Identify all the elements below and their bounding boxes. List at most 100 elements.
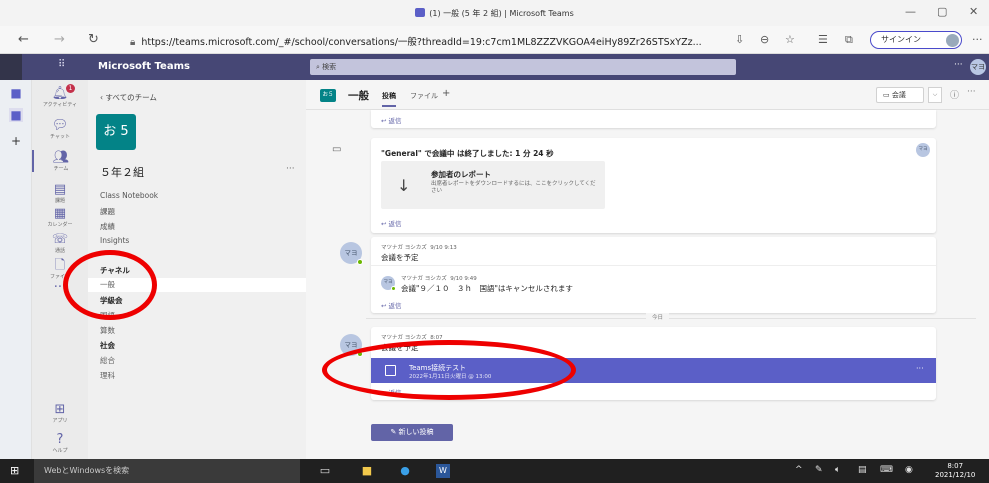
camera-icon[interactable]: ◉ (905, 465, 913, 475)
new-post-label: 新しい投稿 (398, 428, 434, 436)
tab-posts[interactable]: 投稿 (382, 91, 396, 107)
channel-avatar: お５ (320, 89, 336, 102)
tray-chevron-icon[interactable]: ^ (795, 465, 803, 475)
word-icon[interactable]: W (436, 464, 450, 478)
notification-icon[interactable]: ▤ (858, 465, 867, 475)
reply-link[interactable]: ↩ 返信 (381, 115, 402, 125)
rail-label: ヘルプ (52, 448, 68, 454)
browser-toolbar: ← → ↻ 🔒︎ https://teams.microsoft.com/_#/s… (0, 26, 989, 54)
help-icon: ? (56, 432, 64, 447)
meet-dropdown[interactable]: ⌵ (928, 87, 942, 103)
browser-menu-icon[interactable]: ··· (972, 33, 983, 46)
rail-label: 通話 (54, 248, 65, 254)
class-notebook-link[interactable]: Class Notebook (100, 191, 158, 200)
new-post-button[interactable]: ✎ 新しい投稿 (371, 424, 453, 441)
rail-teams[interactable]: 👥︎ チーム (32, 150, 88, 172)
close-button[interactable]: ✕ (969, 5, 978, 18)
info-icon[interactable]: ⓘ (950, 88, 959, 101)
meeting-icon: ▭ (332, 144, 342, 155)
reply-label: 返信 (388, 220, 402, 228)
waffle-icon[interactable]: ⠿ (58, 59, 65, 70)
rail-apps[interactable]: ⊞ アプリ (32, 402, 88, 424)
rail-calendar[interactable]: ▦ カレンダー (32, 206, 88, 228)
reply-link[interactable]: ↩ 返信 (381, 218, 402, 228)
grades-link[interactable]: 成績 (100, 221, 115, 232)
edge-icon[interactable]: ● (398, 464, 412, 478)
taskbar-search-placeholder: WebとWindowsを検索 (44, 466, 130, 475)
add-tab-button[interactable]: + (442, 88, 450, 99)
signin-button[interactable]: サインイン (870, 31, 962, 49)
back-to-teams-link[interactable]: ‹ すべてのチーム (100, 92, 157, 103)
task-view-icon[interactable]: ▭ (318, 464, 332, 478)
post-author: マツナガ ヨシカズ (381, 245, 427, 251)
search-input[interactable]: ⌕ 検索 (310, 59, 736, 75)
reply-label: 返信 (388, 302, 402, 310)
annotation-circle-channel (63, 250, 157, 320)
window-title-text: (1) 一般 (5 年 2 組) | Microsoft Teams (429, 9, 574, 18)
collections-icon[interactable]: ⧉ (845, 33, 853, 47)
pen-icon[interactable]: ✎ (815, 465, 823, 475)
header-more-button[interactable]: ··· (954, 60, 963, 70)
teams-active-tab-icon[interactable]: ■ (9, 108, 23, 122)
back-arrow-icon[interactable]: ← (18, 32, 29, 47)
reply-author: マツナガ ヨシカズ (401, 276, 447, 282)
team-avatar: お 5 (96, 114, 136, 150)
zoom-icon[interactable]: ⊖ (760, 33, 769, 46)
user-avatar[interactable]: マヨ (970, 59, 986, 75)
taskbar-search[interactable]: WebとWindowsを検索 (34, 459, 300, 483)
rail-help[interactable]: ? ヘルプ (32, 432, 88, 454)
channel-math[interactable]: 算数 (100, 325, 115, 336)
address-bar[interactable]: 🔒︎ https://teams.microsoft.com/_#/school/… (130, 34, 720, 48)
post-meta: マツナガ ヨシカズ 9/10 9:13 (381, 243, 457, 251)
windows-start-icon[interactable]: ⊞ (10, 465, 22, 477)
maximize-button[interactable]: ▢ (937, 5, 947, 18)
clock-time: 8:07 (947, 462, 964, 470)
rail-label: チャット (50, 134, 70, 140)
bell-icon: 🔔︎ (51, 86, 69, 101)
tab-files[interactable]: ファイル (410, 91, 438, 101)
browser-sidebar: ▢ ■ ■ + (0, 54, 32, 459)
favorites-icon[interactable]: ☰ (818, 33, 828, 46)
rail-chat[interactable]: 💬︎ チャット (32, 118, 88, 140)
teams-tab-icon[interactable]: ■ (9, 86, 23, 100)
team-more-button[interactable]: ··· (286, 164, 295, 174)
rail-calls[interactable]: ☏ 通話 (32, 232, 88, 254)
rail-label: カレンダー (47, 222, 73, 228)
insights-link[interactable]: Insights (100, 236, 129, 245)
teams-icon (415, 8, 426, 17)
channel-science[interactable]: 理科 (100, 370, 115, 381)
teams-icon: 👥︎ (52, 150, 70, 165)
assignments-icon: ▤ (53, 182, 67, 197)
volume-icon[interactable]: 🔈︎ (835, 465, 840, 475)
meeting-ended-card: "General" で会議中 は終了しました: 1 分 24 秒 マヨ ↓ 参加… (371, 138, 936, 233)
reply-link[interactable]: ↩ 返信 (381, 300, 402, 310)
minimize-button[interactable]: — (905, 5, 916, 18)
window-title: (1) 一般 (5 年 2 組) | Microsoft Teams (0, 8, 989, 19)
taskbar-clock[interactable]: 8:07 2021/12/10 (935, 462, 975, 480)
favorite-add-icon[interactable]: ☆ (785, 33, 795, 46)
post-body: 会議を予定 (381, 253, 419, 262)
channel-social[interactable]: 社会 (100, 340, 115, 351)
post-time: 9/10 9:13 (430, 245, 457, 251)
download-icon: ↓ (397, 176, 411, 195)
refresh-icon[interactable]: ↻ (88, 32, 99, 47)
channel-header: お５ 一般 投稿 ファイル + ▭ 会議 ⌵ ⓘ ··· (306, 80, 989, 110)
assignments-link[interactable]: 課題 (100, 206, 115, 217)
event-more-button[interactable]: ··· (916, 364, 924, 373)
lock-icon: 🔒︎ (130, 37, 136, 48)
app-launcher[interactable] (0, 54, 22, 80)
channel-integrated[interactable]: 総合 (100, 355, 115, 366)
rail-assignments[interactable]: ▤ 課題 (32, 182, 88, 204)
divider (371, 265, 936, 266)
reply-icon: ↩ (381, 220, 389, 228)
forward-arrow-icon[interactable]: → (54, 32, 65, 47)
meeting-ended-text: "General" で会議中 は終了しました: 1 分 24 秒 (381, 149, 554, 158)
keyboard-icon[interactable]: ⌨ (880, 465, 893, 475)
meet-button[interactable]: ▭ 会議 (876, 87, 924, 103)
rail-activity[interactable]: 🔔︎ 1 アクティビティ (32, 84, 88, 108)
file-explorer-icon[interactable]: ■ (360, 464, 374, 478)
new-tab-icon[interactable]: + (9, 134, 23, 148)
attendance-report[interactable]: ↓ 参加者のレポート 出席者レポートをダウンロードするには、ここをクリックしてく… (381, 161, 605, 209)
channel-more-button[interactable]: ··· (967, 87, 976, 97)
read-aloud-icon[interactable]: ⇩ (735, 33, 744, 46)
